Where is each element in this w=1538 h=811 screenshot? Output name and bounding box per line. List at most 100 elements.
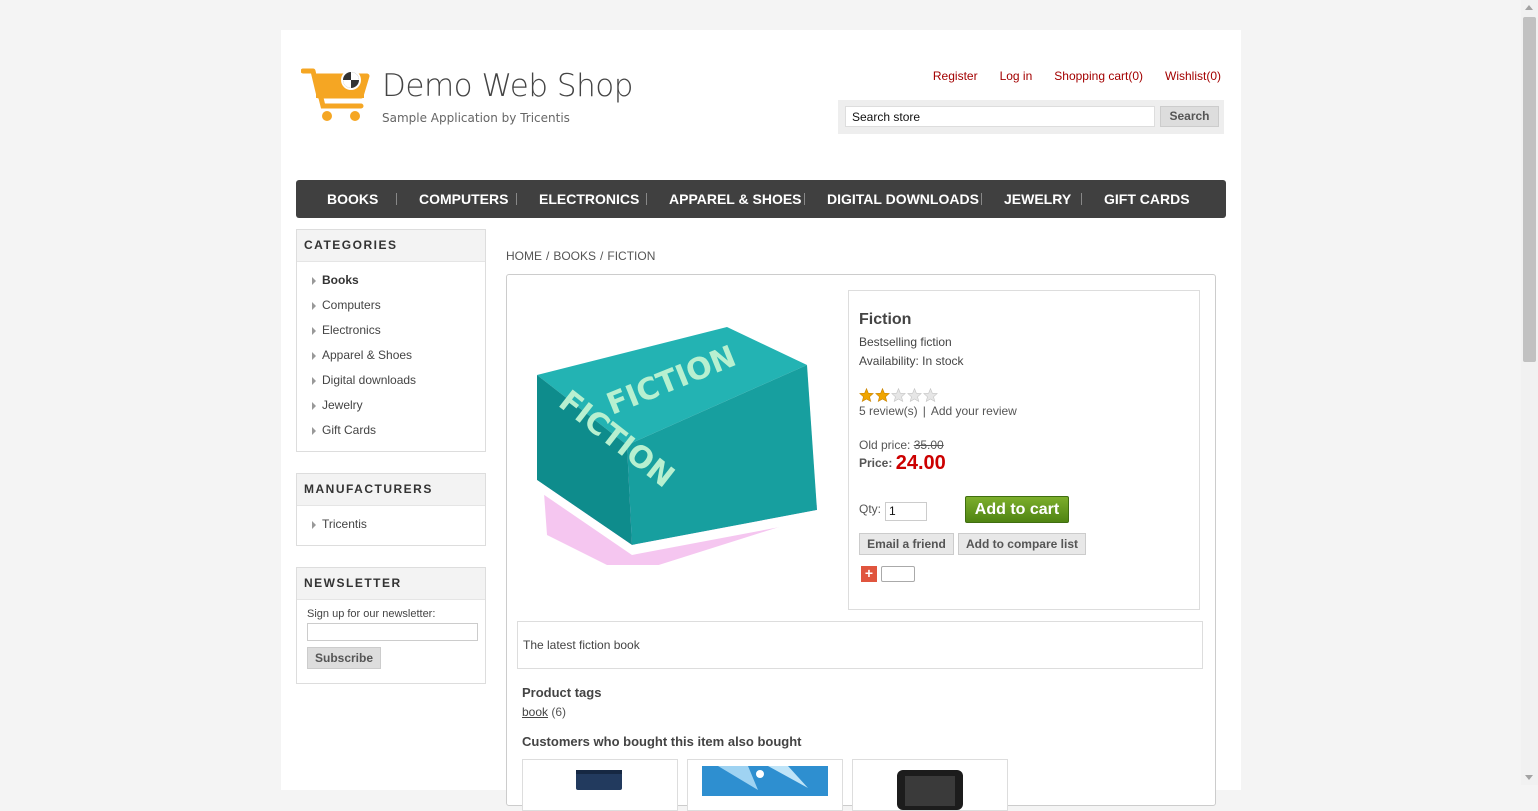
- triangle-right-icon: [312, 377, 316, 385]
- product-details: FICTION FICTION Fiction Bestselling fict…: [506, 274, 1216, 811]
- also-bought-title: Customers who bought this item also boug…: [522, 734, 802, 749]
- share-count: [881, 566, 915, 582]
- triangle-right-icon: [312, 427, 316, 435]
- email-a-friend-button[interactable]: Email a friend: [859, 533, 954, 555]
- category-item-books[interactable]: Books: [297, 270, 485, 295]
- wishlist-link[interactable]: Wishlist(0): [1165, 69, 1221, 83]
- old-price-value: 35.00: [913, 438, 944, 452]
- manufacturer-label: Tricentis: [322, 517, 367, 531]
- newsletter-title: NEWSLETTER: [297, 568, 485, 600]
- tag-link-book[interactable]: book: [522, 705, 548, 719]
- price: Price: 24.00: [859, 452, 946, 475]
- old-price-label: Old price:: [859, 438, 911, 452]
- triangle-right-icon: [312, 327, 316, 335]
- also-bought-item[interactable]: [852, 759, 1008, 811]
- login-link[interactable]: Log in: [1000, 69, 1033, 83]
- star-icon: [923, 388, 938, 402]
- menu-item-gift-cards[interactable]: GIFT CARDS: [1104, 180, 1190, 218]
- add-to-compare-button[interactable]: Add to compare list: [958, 533, 1086, 555]
- star-icon: [907, 388, 922, 402]
- menu-item-digital-downloads[interactable]: DIGITAL DOWNLOADS: [827, 180, 979, 218]
- product-tags: book (6): [522, 705, 566, 719]
- add-review-link[interactable]: Add your review: [931, 404, 1017, 418]
- scrollbar-thumb[interactable]: [1523, 17, 1536, 362]
- page-scrollbar[interactable]: [1521, 0, 1538, 785]
- triangle-right-icon: [312, 277, 316, 285]
- category-label: Electronics: [322, 323, 381, 337]
- breadcrumb-home[interactable]: HOME: [506, 249, 542, 263]
- category-label: Apparel & Shoes: [322, 348, 413, 362]
- breadcrumb-separator: /: [546, 249, 550, 263]
- search-box: Search store Search: [838, 100, 1224, 134]
- category-label: Jewelry: [322, 398, 363, 412]
- product-tags-title: Product tags: [522, 685, 602, 700]
- scroll-up-arrow-icon[interactable]: [1525, 5, 1533, 10]
- site-title: Demo Web Shop: [382, 68, 633, 104]
- star-icon: [859, 388, 874, 402]
- scroll-down-arrow-icon[interactable]: [1525, 775, 1533, 780]
- star-icon: [875, 388, 890, 402]
- menu-separator: [1081, 193, 1082, 205]
- category-item-apparel-shoes[interactable]: Apparel & Shoes: [297, 345, 485, 370]
- qty-input[interactable]: 1: [885, 502, 927, 521]
- categories-title: CATEGORIES: [297, 230, 485, 262]
- category-item-gift-cards[interactable]: Gift Cards: [297, 420, 485, 445]
- breadcrumb-books[interactable]: BOOKS: [553, 249, 596, 263]
- breadcrumb-separator: /: [600, 249, 604, 263]
- category-label: Gift Cards: [322, 423, 377, 437]
- categories-block: CATEGORIES Books Computers Electronics A…: [296, 229, 486, 452]
- product-short-description: Bestselling fiction: [859, 335, 952, 349]
- menu-item-books[interactable]: BOOKS: [327, 180, 378, 218]
- also-bought-item[interactable]: [687, 759, 843, 811]
- product-availability: Availability: In stock: [859, 354, 964, 368]
- search-input[interactable]: Search store: [845, 106, 1155, 127]
- category-item-computers[interactable]: Computers: [297, 295, 485, 320]
- shopping-cart-link[interactable]: Shopping cart(0): [1054, 69, 1143, 83]
- qty-label: Qty:: [859, 502, 882, 516]
- menu-item-computers[interactable]: COMPUTERS: [419, 180, 508, 218]
- product-name: Fiction: [859, 311, 912, 328]
- triangle-right-icon: [312, 521, 316, 529]
- breadcrumb: HOME / BOOKS / FICTION: [506, 249, 655, 263]
- also-bought-jeans-image: [576, 770, 622, 790]
- subscribe-button[interactable]: Subscribe: [307, 647, 381, 669]
- menu-item-electronics[interactable]: ELECTRONICS: [539, 180, 639, 218]
- category-item-electronics[interactable]: Electronics: [297, 320, 485, 345]
- category-item-jewelry[interactable]: Jewelry: [297, 395, 485, 420]
- triangle-right-icon: [312, 352, 316, 360]
- menu-item-apparel-shoes[interactable]: APPAREL & SHOES: [669, 180, 802, 218]
- also-bought-item[interactable]: [522, 759, 678, 811]
- breadcrumb-current: FICTION: [607, 249, 656, 263]
- menu-separator: [396, 193, 397, 205]
- category-label: Books: [322, 273, 359, 287]
- old-price: Old price: 35.00: [859, 438, 944, 452]
- menu-separator: [516, 193, 517, 205]
- manufacturers-block: MANUFACTURERS Tricentis: [296, 473, 486, 546]
- plus-share-icon[interactable]: +: [861, 566, 877, 582]
- tag-count: (6): [551, 705, 567, 719]
- manufacturer-item-tricentis[interactable]: Tricentis: [297, 514, 485, 539]
- menu-separator: [804, 193, 805, 205]
- search-button[interactable]: Search: [1160, 106, 1219, 127]
- newsletter-block: NEWSLETTER Sign up for our newsletter: S…: [296, 567, 486, 684]
- also-bought-phone-image: [897, 770, 963, 810]
- add-to-cart-button[interactable]: Add to cart: [965, 496, 1069, 523]
- newsletter-email-input[interactable]: [307, 623, 478, 641]
- site-logo[interactable]: Demo Web Shop Sample Application by Tric…: [301, 66, 633, 126]
- product-rating: [859, 388, 938, 402]
- product-image[interactable]: FICTION FICTION: [517, 305, 817, 565]
- reviews-link[interactable]: 5 review(s): [859, 404, 918, 418]
- newsletter-label: Sign up for our newsletter:: [307, 608, 436, 620]
- menu-item-jewelry[interactable]: JEWELRY: [1004, 180, 1071, 218]
- register-link[interactable]: Register: [933, 69, 978, 83]
- menu-separator: [646, 193, 647, 205]
- top-menu: BOOKS COMPUTERS ELECTRONICS APPAREL & SH…: [296, 180, 1226, 218]
- menu-separator: [981, 193, 982, 205]
- manufacturers-title: MANUFACTURERS: [297, 474, 485, 506]
- reviews-separator: |: [922, 404, 926, 418]
- price-value: 24.00: [895, 452, 946, 474]
- category-item-digital-downloads[interactable]: Digital downloads: [297, 370, 485, 395]
- site-subtitle: Sample Application by Tricentis: [382, 111, 570, 125]
- product-reviews: 5 review(s) | Add your review: [859, 404, 1017, 418]
- also-bought-music-image: [702, 766, 828, 796]
